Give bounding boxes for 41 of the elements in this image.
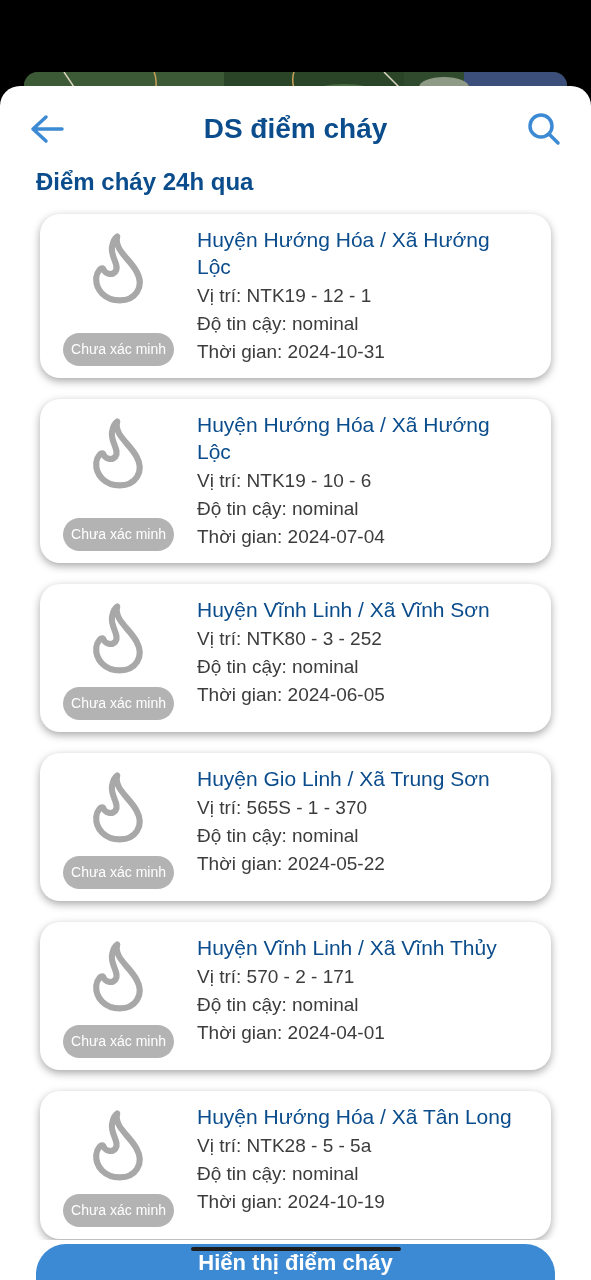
back-arrow-icon[interactable] bbox=[30, 114, 64, 144]
status-badge: Chưa xác minh bbox=[63, 856, 174, 889]
fire-card[interactable]: Chưa xác minh Huyện Hướng Hóa / Xã Hướng Lộc Vị trí: NTK19 - 10 - 6 Độ tin cậy: nominal Thời gian: 2024-07-04 bbox=[40, 399, 551, 563]
detail-text: Thời gian: 2024-04-01 bbox=[197, 1021, 386, 1045]
fire-card[interactable]: Chưa xác minh Huyện Vĩnh Linh / Xã Vĩnh Sơn Vị trí: NTK80 - 3 - 252 Độ tin cậy: nominal Thời gian: 2024-06-05 bbox=[40, 584, 551, 732]
detail-text: Thời gian: 2024-05-22 bbox=[197, 852, 386, 876]
location-title: Huyện Hướng Hóa / Xã Hướng Lộc bbox=[197, 412, 491, 465]
detail-text: Thời gian: 2024-10-19 bbox=[197, 1190, 386, 1214]
detail-text: Độ tin cậy: nominal bbox=[197, 655, 360, 679]
location-title: Huyện Hướng Hóa / Xã Tân Long bbox=[197, 1104, 513, 1130]
detail-text: Thời gian: 2024-10-31 bbox=[197, 340, 386, 364]
detail-text: Thời gian: 2024-06-05 bbox=[197, 683, 386, 707]
status-badge: Chưa xác minh bbox=[63, 1194, 174, 1227]
detail-text: Độ tin cậy: nominal bbox=[197, 1162, 360, 1186]
fire-card[interactable]: Chưa xác minh Huyện Vĩnh Linh / Xã Vĩnh Thủy Vị trí: 570 - 2 - 171 Độ tin cậy: nominal Thời gian: 2024-04-01 bbox=[40, 922, 551, 1070]
fire-card[interactable]: Chưa xác minh Huyện Hướng Hóa / Xã Hướng Lộc Vị trí: NTK19 - 12 - 1 Độ tin cậy: nominal Thời gian: 2024-10-31 bbox=[40, 214, 551, 378]
detail-text: Vị trí: NTK80 - 3 - 252 bbox=[197, 627, 383, 651]
status-badge: Chưa xác minh bbox=[63, 333, 174, 366]
detail-text: Độ tin cậy: nominal bbox=[197, 824, 360, 848]
detail-text: Độ tin cậy: nominal bbox=[197, 497, 360, 521]
section-title: Điểm cháy 24h qua bbox=[36, 168, 254, 195]
location-title: Huyện Gio Linh / Xã Trung Sơn bbox=[197, 766, 491, 792]
status-badge: Chưa xác minh bbox=[63, 518, 174, 551]
detail-text: Vị trí: 570 - 2 - 171 bbox=[197, 965, 356, 989]
detail-text: Thời gian: 2024-07-04 bbox=[197, 525, 386, 549]
status-badge: Chưa xác minh bbox=[63, 687, 174, 720]
detail-text: Độ tin cậy: nominal bbox=[197, 993, 360, 1017]
detail-text: Vị trí: 565S - 1 - 370 bbox=[197, 796, 369, 820]
detail-text: Vị trí: NTK19 - 12 - 1 bbox=[197, 284, 373, 308]
search-icon[interactable] bbox=[527, 112, 561, 146]
show-fires-button[interactable]: Hiển thị điểm cháy bbox=[36, 1244, 555, 1280]
fire-card[interactable]: Chưa xác minh Huyện Gio Linh / Xã Trung Sơn Vị trí: 565S - 1 - 370 Độ tin cậy: nominal Thời gian: 2024-05-22 bbox=[40, 753, 551, 901]
screen-title: DS điểm cháy bbox=[203, 112, 388, 146]
location-title: Huyện Vĩnh Linh / Xã Vĩnh Thủy bbox=[197, 935, 498, 961]
location-title: Huyện Vĩnh Linh / Xã Vĩnh Sơn bbox=[197, 597, 491, 623]
detail-text: Vị trí: NTK19 - 10 - 6 bbox=[197, 469, 373, 493]
detail-text: Vị trí: NTK28 - 5 - 5a bbox=[197, 1134, 373, 1158]
detail-text: Độ tin cậy: nominal bbox=[197, 312, 360, 336]
status-badge: Chưa xác minh bbox=[63, 1025, 174, 1058]
fire-card[interactable]: Chưa xác minh Huyện Hướng Hóa / Xã Tân Long Vị trí: NTK28 - 5 - 5a Độ tin cậy: nominal Thời gian: 2024-10-19 bbox=[40, 1091, 551, 1239]
location-title: Huyện Hướng Hóa / Xã Hướng Lộc bbox=[197, 227, 491, 280]
